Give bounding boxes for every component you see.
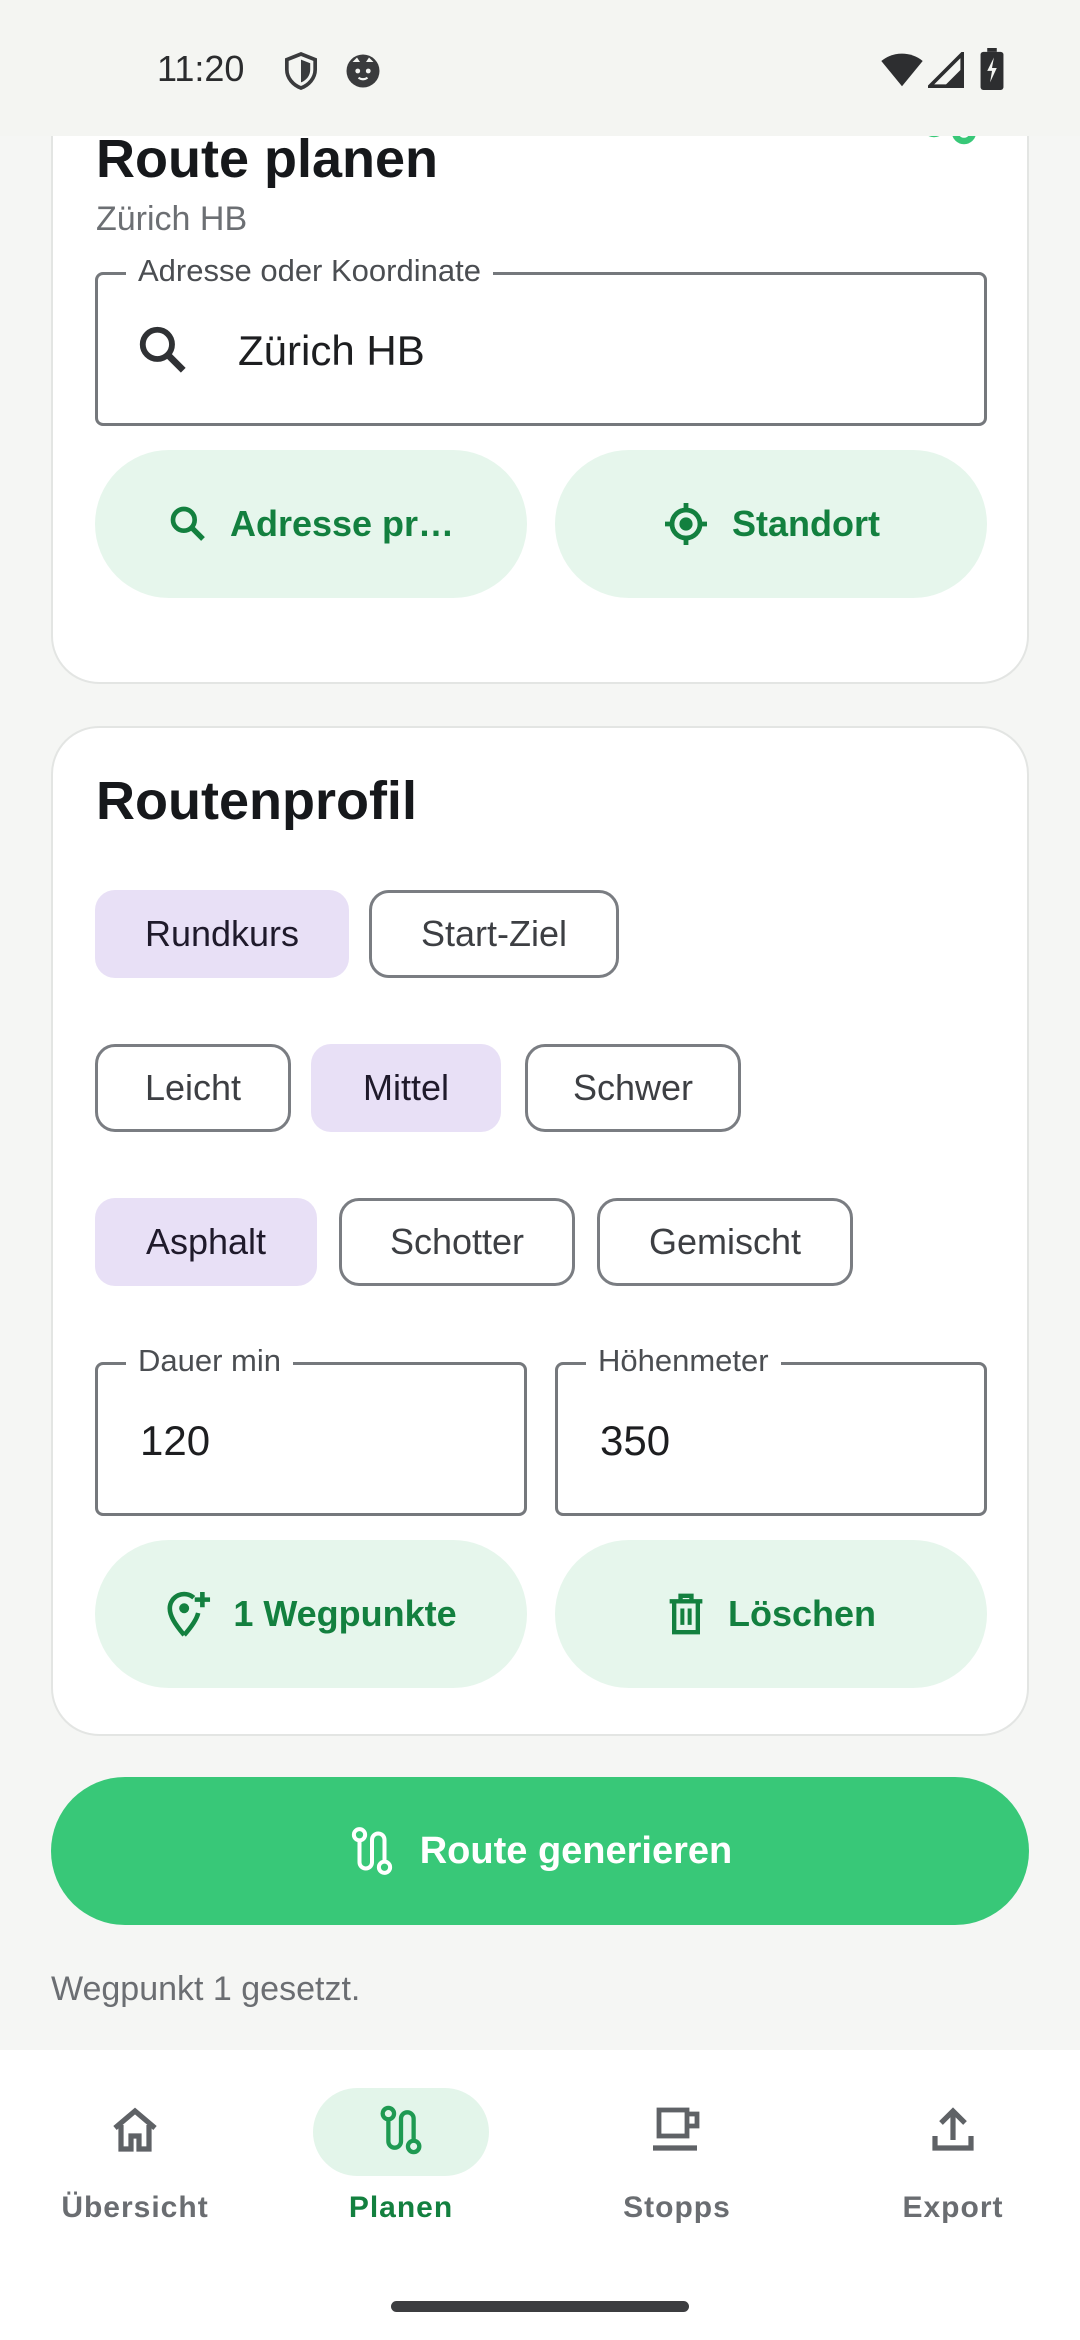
chip-start-ziel[interactable]: Start-Ziel bbox=[369, 890, 619, 978]
nav-label-export: Export bbox=[902, 2191, 1004, 2224]
route-icon bbox=[906, 136, 982, 151]
chip-asphalt[interactable]: Asphalt bbox=[95, 1198, 317, 1286]
nav-label-overview: Übersicht bbox=[61, 2191, 209, 2224]
location-subtitle: Zürich HB bbox=[96, 200, 248, 238]
add-location-icon bbox=[165, 1589, 211, 1639]
elevation-field-label: Höhenmeter bbox=[586, 1343, 781, 1379]
nav-item-planen[interactable]: Planen bbox=[266, 2050, 536, 2250]
chip-label: Schotter bbox=[389, 1221, 525, 1262]
nav-label-planen: Planen bbox=[348, 2191, 454, 2224]
nav-item-stopps[interactable]: Stopps bbox=[542, 2050, 812, 2250]
route-icon bbox=[348, 1826, 396, 1876]
chip-label: Start-Ziel bbox=[420, 913, 568, 954]
chip-schwer[interactable]: Schwer bbox=[525, 1044, 741, 1132]
nav-pill bbox=[865, 2088, 1041, 2176]
address-input[interactable]: Zürich HB bbox=[238, 327, 425, 375]
chip-label: Mittel bbox=[362, 1067, 449, 1108]
status-time: 11:20 bbox=[157, 48, 245, 89]
nav-pill bbox=[589, 2088, 765, 2176]
generate-route-button[interactable]: Route generieren bbox=[51, 1777, 1029, 1925]
location-card: Route planen Zürich HB Adresse oder Koor… bbox=[51, 136, 1029, 684]
nav-item-overview[interactable]: Übersicht bbox=[0, 2050, 270, 2250]
upload-icon bbox=[929, 2106, 977, 2159]
duration-field[interactable]: Dauer min 120 bbox=[95, 1343, 527, 1516]
delete-waypoints-button[interactable]: Löschen bbox=[555, 1540, 987, 1688]
home-icon bbox=[109, 2106, 161, 2159]
scroll-content[interactable]: Route planen Zürich HB Adresse oder Koor… bbox=[0, 136, 1080, 2050]
search-icon bbox=[168, 504, 208, 544]
chip-label: Schwer bbox=[572, 1067, 694, 1108]
wifi-icon bbox=[880, 52, 924, 93]
waypoints-label: 1 Wegpunkte bbox=[233, 1593, 457, 1634]
elevation-input[interactable]: 350 bbox=[600, 1417, 670, 1465]
use-location-label: Standort bbox=[732, 503, 880, 544]
status-message: Wegpunkt 1 gesetzt. bbox=[51, 1970, 361, 2008]
nav-item-export[interactable]: Export bbox=[818, 2050, 1080, 2250]
chip-gemischt[interactable]: Gemischt bbox=[597, 1198, 853, 1286]
status-bar: 11:20 bbox=[0, 0, 1080, 136]
shield-icon bbox=[284, 52, 318, 95]
chip-label: Leicht bbox=[144, 1067, 242, 1108]
chip-label: Rundkurs bbox=[144, 913, 300, 954]
address-field-label: Adresse oder Koordinate bbox=[126, 253, 493, 289]
chip-leicht[interactable]: Leicht bbox=[95, 1044, 291, 1132]
elevation-field[interactable]: Höhenmeter 350 bbox=[555, 1343, 987, 1516]
battery-charging-icon bbox=[980, 48, 1004, 95]
check-address-button[interactable]: Adresse pr… bbox=[95, 450, 527, 598]
search-icon bbox=[136, 323, 190, 382]
generate-route-label: Route generieren bbox=[419, 1829, 733, 1872]
chip-rundkurs[interactable]: Rundkurs bbox=[95, 890, 349, 978]
use-location-button[interactable]: Standort bbox=[555, 450, 987, 598]
home-indicator[interactable] bbox=[391, 2301, 689, 2312]
nav-pill bbox=[47, 2088, 223, 2176]
signal-icon bbox=[925, 49, 964, 93]
duration-field-label: Dauer min bbox=[126, 1343, 293, 1379]
profile-title: Routenprofil bbox=[96, 771, 417, 831]
address-field[interactable]: Adresse oder Koordinate Zürich HB bbox=[95, 253, 987, 426]
waypoints-button[interactable]: 1 Wegpunkte bbox=[95, 1540, 527, 1688]
coffee-cup-icon bbox=[649, 2104, 705, 2161]
page-title: Route planen bbox=[96, 136, 439, 189]
route-profile-card: Routenprofil Rundkurs Start-Ziel Leicht … bbox=[51, 726, 1029, 1736]
chip-schotter[interactable]: Schotter bbox=[339, 1198, 575, 1286]
chip-mittel[interactable]: Mittel bbox=[311, 1044, 501, 1132]
trash-icon bbox=[666, 1592, 706, 1636]
delete-label: Löschen bbox=[727, 1593, 877, 1634]
my-location-icon bbox=[662, 500, 710, 548]
nav-pill-active bbox=[313, 2088, 489, 2176]
chip-label: Asphalt bbox=[145, 1221, 267, 1262]
nav-label-stopps: Stopps bbox=[623, 2191, 731, 2224]
cat-face-icon bbox=[345, 53, 381, 94]
route-icon bbox=[377, 2104, 425, 2161]
bottom-navigation: Übersicht Planen Stopps Export bbox=[0, 2050, 1080, 2340]
chip-label: Gemischt bbox=[648, 1221, 802, 1262]
duration-input[interactable]: 120 bbox=[140, 1417, 210, 1465]
check-address-label: Adresse pr… bbox=[229, 503, 455, 544]
